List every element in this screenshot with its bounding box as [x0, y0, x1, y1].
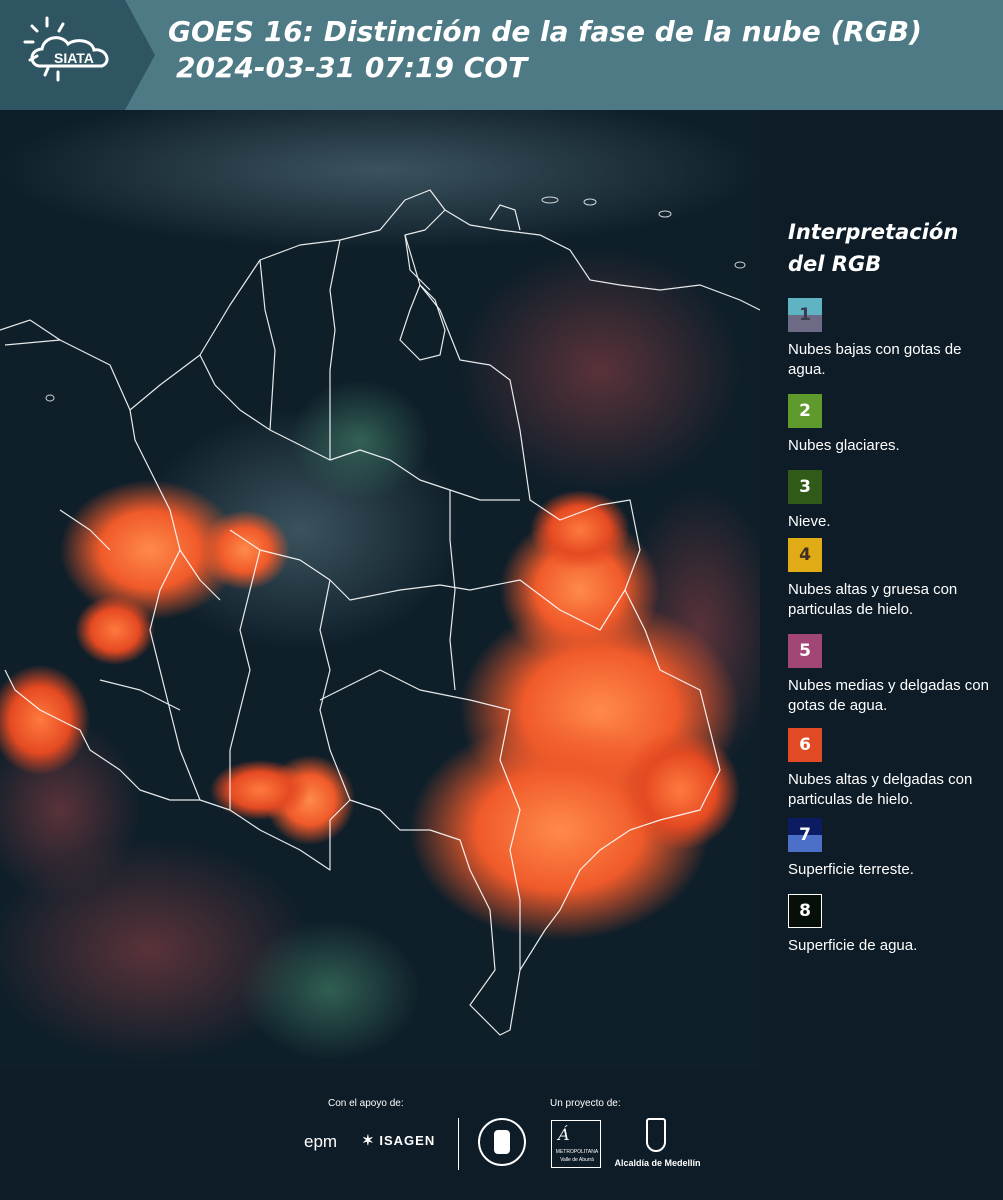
legend-swatch-4: 4	[788, 538, 822, 572]
legend-number-5: 5	[799, 641, 811, 661]
legend-label-5: Nubes medias y delgadas con gotas de agu…	[788, 677, 989, 714]
legend-swatch-1: 1	[788, 298, 822, 332]
legend-swatch-5: 5	[788, 634, 822, 668]
support-label: Con el apoyo de:	[328, 1098, 404, 1109]
legend-item-6: 6 Nubes altas y delgadas con particulas …	[788, 728, 1000, 810]
epm-logo-text: epm	[304, 1132, 338, 1151]
area-script-icon: Á	[558, 1125, 570, 1144]
legend-item-1: 1 Nubes bajas con gotas de agua.	[788, 298, 1000, 380]
legend-number-2: 2	[799, 401, 811, 421]
title-line-1: GOES 16: Distinción de la fase de la nub…	[168, 15, 922, 48]
legend-item-4: 4 Nubes altas y gruesa con particulas de…	[788, 538, 1000, 620]
legend-label-4: Nubes altas y gruesa con particulas de h…	[788, 581, 958, 618]
legend-number-6: 6	[799, 735, 811, 755]
legend-swatch-7: 7	[788, 818, 822, 852]
alcaldia-medellin-logo[interactable]: Alcaldía de Medellín	[610, 1118, 705, 1173]
epm-logo[interactable]: epm	[304, 1132, 337, 1152]
footer-divider	[458, 1118, 459, 1170]
siata-logo[interactable]: SIATA	[0, 0, 155, 110]
isagen-logo[interactable]: ✶ ISAGEN	[362, 1132, 435, 1149]
legend-item-5: 5 Nubes medias y delgadas con gotas de a…	[788, 634, 1000, 716]
area-metropolitana-text: METROPOLITANA	[555, 1149, 599, 1155]
legend-swatch-3: 3	[788, 470, 822, 504]
legend-swatch-8: 8	[788, 894, 822, 928]
legend-title: Interpretación del RGB	[788, 220, 959, 276]
alcaldia-shield-icon	[646, 1118, 666, 1152]
legend-number-8: 8	[799, 901, 811, 921]
legend-label-6: Nubes altas y delgadas con particulas de…	[788, 771, 973, 808]
satellite-map[interactable]	[0, 110, 760, 1070]
legend-number-3: 3	[799, 477, 811, 497]
satellite-map-image	[0, 110, 760, 1070]
alcaldia-medellin-text: Alcaldía de Medellín	[614, 1158, 701, 1168]
title-line-2: 2024-03-31 07:19 COT	[176, 51, 528, 84]
legend-label-3: Nieve.	[788, 513, 831, 530]
legend-item-8: 8 Superficie de agua.	[788, 894, 1000, 956]
svg-text:SIATA: SIATA	[54, 50, 94, 66]
siata-logo-icon: SIATA	[23, 0, 155, 110]
legend-number-4: 4	[799, 545, 811, 565]
legend-number-1: 1	[799, 305, 811, 325]
area-metropolitana-subtext: Valle de Aburrá	[560, 1157, 594, 1163]
legend-label-2: Nubes glaciares.	[788, 437, 900, 454]
isagen-logo-text: ISAGEN	[379, 1133, 436, 1148]
legend-item-3: 3 Nieve.	[788, 470, 1000, 532]
isagen-icon: ✶	[362, 1132, 375, 1148]
legend-label-1: Nubes bajas con gotas de agua.	[788, 341, 962, 378]
footer: Con el apoyo de: Un proyecto de: epm ✶ I…	[0, 1070, 1003, 1200]
legend-label-7: Superficie terreste.	[788, 861, 914, 878]
legend-number-7: 7	[799, 825, 811, 845]
legend-item-7: 7 Superficie terreste.	[788, 818, 1000, 880]
legend-swatch-6: 6	[788, 728, 822, 762]
legend-label-8: Superficie de agua.	[788, 937, 918, 954]
page-title: GOES 16: Distinción de la fase de la nub…	[168, 14, 922, 86]
legend-swatch-2: 2	[788, 394, 822, 428]
legend-item-2: 2 Nubes glaciares.	[788, 394, 1000, 456]
area-metropolitana-logo[interactable]: Á METROPOLITANA Valle de Aburrá	[551, 1120, 601, 1168]
medellin-seal-icon[interactable]	[478, 1118, 526, 1166]
header: SIATA GOES 16: Distinción de la fase de …	[0, 0, 1003, 110]
legend-panel: Interpretación del RGB 1 Nubes bajas con…	[760, 110, 1003, 1070]
project-label: Un proyecto de:	[550, 1098, 621, 1109]
